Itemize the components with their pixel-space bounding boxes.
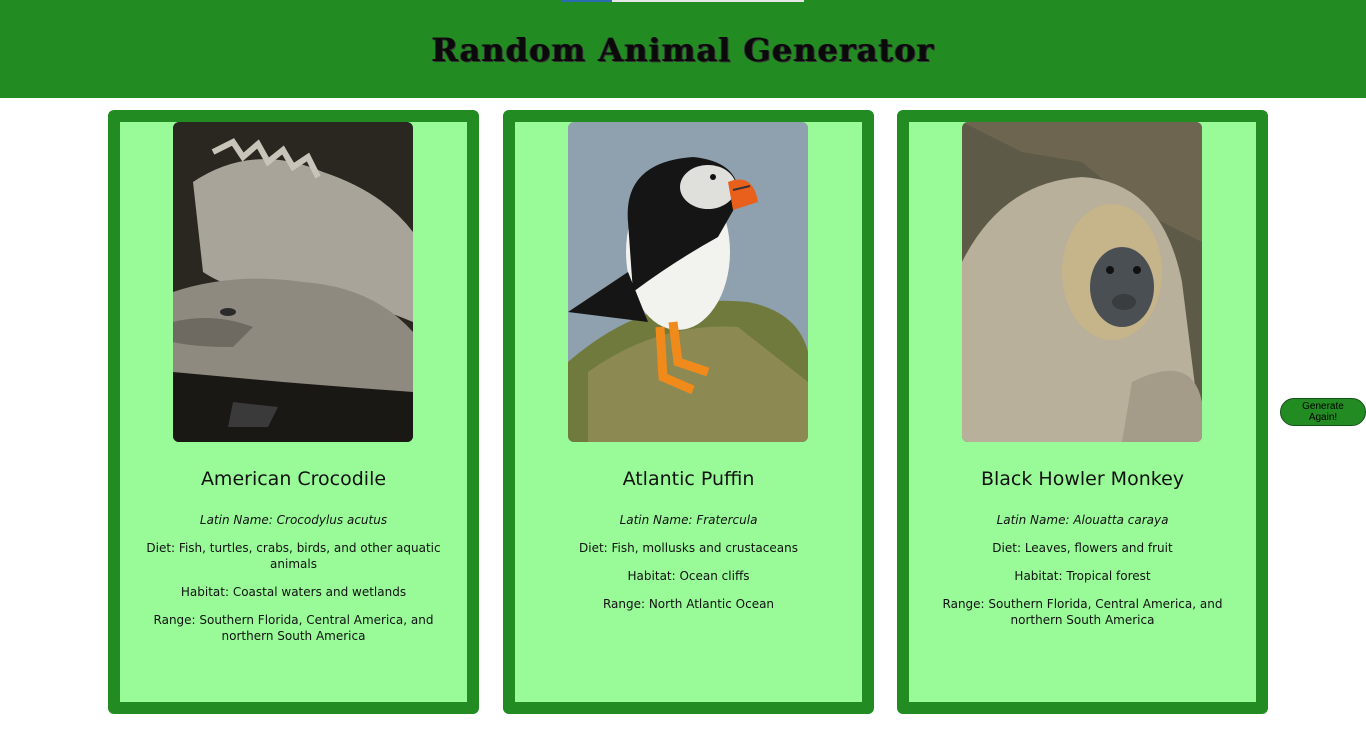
animal-card-crocodile: American Crocodile Latin Name: Crocodylu… xyxy=(108,110,479,714)
habitat: Habitat: Tropical forest xyxy=(1014,569,1151,583)
range: Range: Southern Florida, Central America… xyxy=(942,597,1223,627)
habitat: Habitat: Ocean cliffs xyxy=(627,569,750,583)
animal-name: Atlantic Puffin xyxy=(622,468,755,490)
range: Range: Southern Florida, Central America… xyxy=(153,613,434,643)
puffin-image xyxy=(568,122,808,442)
diet: Diet: Fish, mollusks and crustaceans xyxy=(579,541,798,555)
animal-name: Black Howler Monkey xyxy=(980,468,1185,490)
animal-info: Latin Name: Crocodylus acutus Diet: Fish… xyxy=(126,512,461,656)
animal-name: American Crocodile xyxy=(200,468,387,490)
animal-photo xyxy=(962,122,1202,442)
diet: Diet: Fish, turtles, crabs, birds, and o… xyxy=(146,541,441,571)
range: Range: North Atlantic Ocean xyxy=(602,597,775,611)
latin-name: Latin Name: Alouatta caraya xyxy=(996,513,1169,527)
site-header: Random Animal Generator xyxy=(0,0,1366,98)
animal-info: Latin Name: Fratercula Diet: Fish, mollu… xyxy=(521,512,856,624)
animal-card-monkey: Black Howler Monkey Latin Name: Alouatta… xyxy=(897,110,1268,714)
animal-photo xyxy=(173,122,413,442)
animal-card-puffin: Atlantic Puffin Latin Name: Fratercula D… xyxy=(503,110,874,714)
diet: Diet: Leaves, flowers and fruit xyxy=(992,541,1173,555)
crocodile-image xyxy=(173,122,413,442)
latin-name: Latin Name: Crocodylus acutus xyxy=(199,513,388,527)
page-title: Random Animal Generator xyxy=(431,31,935,69)
monkey-image xyxy=(962,122,1202,442)
animal-photo xyxy=(568,122,808,442)
animal-info: Latin Name: Alouatta caraya Diet: Leaves… xyxy=(915,512,1250,640)
latin-name: Latin Name: Fratercula xyxy=(619,513,758,527)
top-scroll-indicator xyxy=(562,0,804,2)
generate-again-button[interactable]: Generate Again! xyxy=(1280,398,1366,426)
habitat: Habitat: Coastal waters and wetlands xyxy=(180,585,407,599)
